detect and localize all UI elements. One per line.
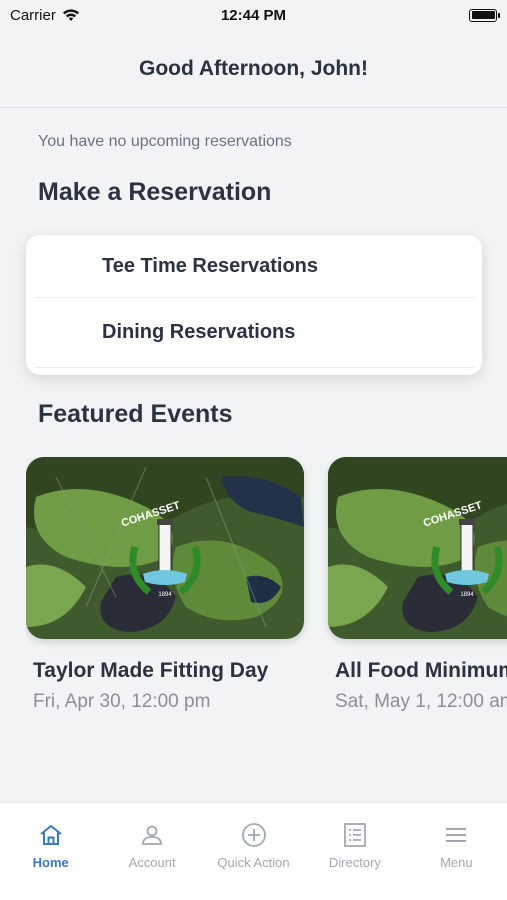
tab-directory[interactable]: Directory (304, 803, 405, 900)
tab-quick-action-label: Quick Action (217, 855, 290, 870)
no-reservations-text: You have no upcoming reservations (38, 133, 292, 150)
tab-home[interactable]: Home (0, 803, 101, 900)
svg-text:1894: 1894 (460, 592, 474, 598)
events-carousel[interactable]: COHASSET 1894 Taylor Made Fitting Day Fr… (26, 457, 507, 727)
svg-text:1894: 1894 (158, 592, 172, 598)
tab-directory-label: Directory (328, 855, 381, 870)
carrier-label: Carrier (10, 6, 56, 24)
golf-course-aerial-image: COHASSET 1894 (26, 457, 304, 639)
tab-home-label: Home (32, 855, 69, 870)
event-card[interactable]: COHASSET 1894 Taylor Made Fitting Day Fr… (26, 457, 304, 713)
reservation-card: Tee Time Reservations Dining Reservation… (26, 235, 482, 375)
make-reservation-title: Make a Reservation (38, 178, 272, 206)
golf-course-aerial-image: COHASSET 1894 (328, 457, 507, 639)
tab-account[interactable]: Account (101, 803, 202, 900)
event-date: Sat, May 1, 12:00 am (335, 691, 507, 712)
featured-events-title: Featured Events (38, 400, 233, 428)
status-left: Carrier (10, 7, 80, 24)
header: Good Afternoon, John! (0, 30, 507, 108)
dining-label: Dining Reservations (102, 321, 296, 343)
tab-bar: Home Account Quick Action Directory Menu (0, 802, 507, 900)
plus-circle-icon (241, 823, 266, 847)
tab-account-label: Account (128, 855, 176, 870)
greeting-title: Good Afternoon, John! (138, 56, 368, 80)
wifi-icon (62, 9, 79, 21)
event-image: COHASSET 1894 (26, 457, 304, 639)
home-icon (40, 824, 62, 845)
event-title: All Food Minimum (335, 659, 507, 682)
battery-icon (469, 8, 500, 22)
status-bar: Carrier 12:44 PM (0, 0, 507, 30)
tab-quick-action[interactable]: Quick Action (203, 803, 304, 900)
event-date: Fri, Apr 30, 12:00 pm (33, 691, 211, 712)
directory-icon (344, 823, 366, 847)
tee-time-label: Tee Time Reservations (102, 254, 319, 277)
event-title: Taylor Made Fitting Day (33, 659, 269, 682)
user-icon (142, 825, 163, 845)
menu-icon (446, 828, 467, 842)
event-image: COHASSET 1894 (328, 457, 507, 639)
tab-menu[interactable]: Menu (406, 803, 507, 900)
tee-time-reservations-button[interactable]: Tee Time Reservations (34, 235, 474, 298)
event-card[interactable]: COHASSET 1894 All Food Minimum Sat, May … (328, 457, 507, 713)
dining-reservations-button[interactable]: Dining Reservations (34, 298, 474, 368)
tab-menu-label: Menu (440, 855, 473, 870)
